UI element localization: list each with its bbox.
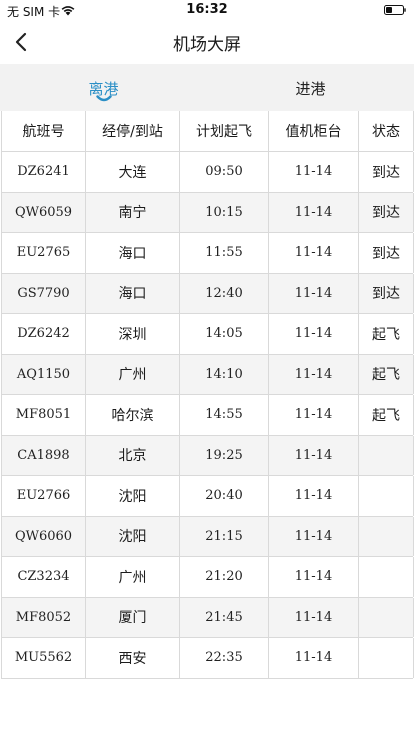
- status-cell: 起飞: [359, 314, 414, 354]
- flight-number-cell: QW6060: [2, 516, 86, 556]
- checkin-counter-cell: 11-14: [269, 435, 359, 475]
- flight-number-cell: DZ6241: [2, 152, 86, 192]
- status-cell: [359, 435, 414, 475]
- header-checkin-counter: 值机柜台: [269, 111, 359, 151]
- destination-cell: 海口: [86, 273, 180, 313]
- destination-cell: 沈阳: [86, 516, 180, 556]
- status-cell: 到达: [359, 273, 414, 313]
- tab-bar: 离港 进港: [0, 64, 414, 111]
- destination-cell: 西安: [86, 638, 180, 678]
- flight-number-cell: MF8051: [2, 395, 86, 435]
- table-row[interactable]: EU2766 沈阳 20:40 11-14: [1, 476, 414, 517]
- destination-cell: 广州: [86, 557, 180, 597]
- flight-number-cell: QW6059: [2, 192, 86, 232]
- status-cell: 起飞: [359, 354, 414, 394]
- destination-cell: 海口: [86, 233, 180, 273]
- scheduled-time-cell: 10:15: [180, 192, 269, 232]
- table-row[interactable]: QW6059 南宁 10:15 11-14 到达: [1, 192, 414, 233]
- destination-cell: 深圳: [86, 314, 180, 354]
- table-row[interactable]: EU2765 海口 11:55 11-14 到达: [1, 233, 414, 274]
- clock: 16:32: [186, 2, 228, 17]
- destination-cell: 哈尔滨: [86, 395, 180, 435]
- scheduled-time-cell: 14:55: [180, 395, 269, 435]
- table-row[interactable]: DZ6241 大连 09:50 11-14 到达: [1, 152, 414, 193]
- tab-active-indicator: [96, 95, 112, 102]
- destination-cell: 厦门: [86, 597, 180, 637]
- checkin-counter-cell: 11-14: [269, 476, 359, 516]
- status-cell: [359, 557, 414, 597]
- status-cell: 到达: [359, 192, 414, 232]
- checkin-counter-cell: 11-14: [269, 152, 359, 192]
- table-row[interactable]: GS7790 海口 12:40 11-14 到达: [1, 273, 414, 314]
- table-header: 航班号 经停/到站 计划起飞 值机柜台 状态: [1, 111, 414, 152]
- checkin-counter-cell: 11-14: [269, 192, 359, 232]
- checkin-counter-cell: 11-14: [269, 516, 359, 556]
- scheduled-time-cell: 14:05: [180, 314, 269, 354]
- checkin-counter-cell: 11-14: [269, 354, 359, 394]
- flight-number-cell: MF8052: [2, 597, 86, 637]
- table-row[interactable]: QW6060 沈阳 21:15 11-14: [1, 516, 414, 557]
- destination-cell: 沈阳: [86, 476, 180, 516]
- scheduled-time-cell: 21:20: [180, 557, 269, 597]
- flight-number-cell: GS7790: [2, 273, 86, 313]
- header-status: 状态: [359, 111, 414, 151]
- table-row[interactable]: CA1898 北京 19:25 11-14: [1, 435, 414, 476]
- status-cell: [359, 516, 414, 556]
- status-bar: 无 SIM 卡 16:32: [0, 0, 414, 20]
- page-title: 机场大屏: [173, 35, 241, 55]
- checkin-counter-cell: 11-14: [269, 233, 359, 273]
- flight-number-cell: EU2765: [2, 233, 86, 273]
- table-row[interactable]: AQ1150 广州 14:10 11-14 起飞: [1, 354, 414, 395]
- status-cell: [359, 597, 414, 637]
- destination-cell: 南宁: [86, 192, 180, 232]
- table-row[interactable]: DZ6242 深圳 14:05 11-14 起飞: [1, 314, 414, 355]
- scheduled-time-cell: 21:15: [180, 516, 269, 556]
- battery-icon: [384, 5, 406, 15]
- status-cell: [359, 638, 414, 678]
- scheduled-time-cell: 22:35: [180, 638, 269, 678]
- scheduled-time-cell: 20:40: [180, 476, 269, 516]
- destination-cell: 北京: [86, 435, 180, 475]
- table-row[interactable]: MF8052 厦门 21:45 11-14: [1, 597, 414, 638]
- checkin-counter-cell: 11-14: [269, 314, 359, 354]
- table-row[interactable]: MF8051 哈尔滨 14:55 11-14 起飞: [1, 395, 414, 436]
- status-cell: 到达: [359, 152, 414, 192]
- status-cell: [359, 476, 414, 516]
- status-cell: 到达: [359, 233, 414, 273]
- flight-number-cell: DZ6242: [2, 314, 86, 354]
- flight-number-cell: EU2766: [2, 476, 86, 516]
- nav-bar: 机场大屏: [0, 20, 414, 64]
- tab-departures[interactable]: 离港: [0, 64, 207, 111]
- scheduled-time-cell: 21:45: [180, 597, 269, 637]
- scheduled-time-cell: 09:50: [180, 152, 269, 192]
- scheduled-time-cell: 19:25: [180, 435, 269, 475]
- flight-number-cell: AQ1150: [2, 354, 86, 394]
- checkin-counter-cell: 11-14: [269, 557, 359, 597]
- flight-number-cell: CA1898: [2, 435, 86, 475]
- flight-table: 航班号 经停/到站 计划起飞 值机柜台 状态 DZ6241 大连 09:50 11-1…: [1, 111, 414, 679]
- destination-cell: 广州: [86, 354, 180, 394]
- scheduled-time-cell: 14:10: [180, 354, 269, 394]
- scheduled-time-cell: 12:40: [180, 273, 269, 313]
- flight-number-cell: CZ3234: [2, 557, 86, 597]
- checkin-counter-cell: 11-14: [269, 395, 359, 435]
- table-row[interactable]: MU5562 西安 22:35 11-14: [1, 638, 414, 679]
- table-row[interactable]: CZ3234 广州 21:20 11-14: [1, 557, 414, 598]
- status-cell: 起飞: [359, 395, 414, 435]
- scheduled-time-cell: 11:55: [180, 233, 269, 273]
- checkin-counter-cell: 11-14: [269, 597, 359, 637]
- tab-arrivals[interactable]: 进港: [207, 64, 414, 111]
- destination-cell: 大连: [86, 152, 180, 192]
- header-destination: 经停/到站: [86, 111, 180, 151]
- flight-number-cell: MU5562: [2, 638, 86, 678]
- header-scheduled-time: 计划起飞: [180, 111, 269, 151]
- header-flight-number: 航班号: [2, 111, 86, 151]
- checkin-counter-cell: 11-14: [269, 638, 359, 678]
- checkin-counter-cell: 11-14: [269, 273, 359, 313]
- tab-label: 进港: [295, 80, 326, 98]
